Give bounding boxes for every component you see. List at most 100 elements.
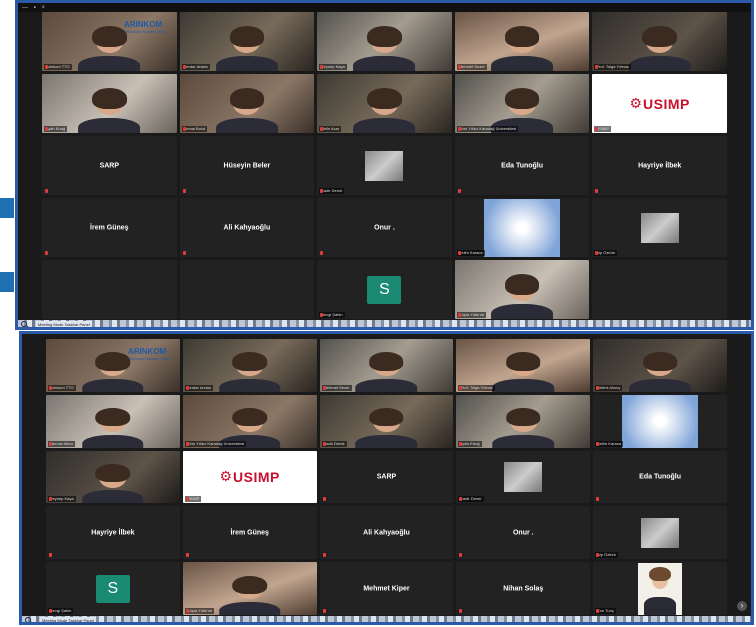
- participant-tile[interactable]: Ebru Yıldız Karadağ Üniversitesi: [182, 394, 317, 448]
- participant-tile[interactable]: Nermin Altun: [46, 394, 180, 448]
- mic-muted-icon: [596, 385, 600, 390]
- participant-tile[interactable]: Eda Tunoğlu: [454, 136, 590, 195]
- participant-tile[interactable]: İrem Güneş: [182, 506, 317, 560]
- participant-grid: ARINKOM Teknoloji Transfer Ofisi Arinkom T…: [46, 339, 727, 615]
- participant-tile[interactable]: Ali Kahyaoğlu: [319, 506, 454, 560]
- participant-name-label: Ebru Yıldız Karadağ Üniversitesi: [184, 440, 247, 447]
- participant-name-label: Ebru Yıldız Karadağ Üniversitesi: [456, 126, 519, 132]
- participant-tile[interactable]: ⚙ USIMP USIMP: [592, 74, 727, 133]
- participant-video: [218, 575, 281, 615]
- participant-tile[interactable]: Onur .: [456, 506, 591, 560]
- participant-tile[interactable]: Serdar Arslan: [182, 339, 317, 392]
- participant-thumbnail: [365, 150, 404, 181]
- mic-muted-icon: [457, 313, 461, 317]
- participant-video: [355, 352, 418, 392]
- participant-tile[interactable]: Kadir Demir: [319, 394, 454, 448]
- search-icon[interactable]: [21, 321, 29, 327]
- brand-logo-text: ARINKOM: [124, 20, 163, 29]
- participant-tile[interactable]: Ali Kahyaoğlu: [179, 198, 315, 257]
- participant-tile[interactable]: Mehmet Sezer: [319, 339, 454, 392]
- window-titlebar: — ▪ ×: [18, 3, 751, 12]
- participant-tile[interactable]: ⚙ USIMP USIMP: [182, 450, 317, 504]
- participant-video: [628, 26, 691, 71]
- participant-tile[interactable]: S Sevgi Şahin: [317, 260, 452, 319]
- participant-tile[interactable]: SARP: [42, 136, 177, 195]
- participant-video: [492, 408, 555, 448]
- participant-tile[interactable]: Alp Öztürk: [592, 198, 727, 257]
- participant-tile[interactable]: Hayriye İlbek: [592, 136, 727, 195]
- participant-tile[interactable]: S Sevgi Şahin: [46, 562, 180, 615]
- participant-tile[interactable]: Onur .: [317, 198, 452, 257]
- mic-muted-icon: [320, 313, 324, 317]
- meeting-window-2: ARINKOM Teknoloji Transfer Ofisi Arinkom T…: [19, 331, 754, 625]
- participant-tile[interactable]: Kemal Bulut: [179, 74, 315, 133]
- participant-tile[interactable]: Mehmet Kiper: [319, 562, 454, 615]
- taskbar: Meeting Mode Taskbar Panel: [18, 320, 751, 327]
- mic-muted-icon: [182, 189, 186, 193]
- participant-name-display: İrem Güneş: [230, 529, 269, 537]
- participant-tile[interactable]: Zeynep Kaya: [46, 450, 180, 504]
- mic-muted-icon: [49, 441, 52, 446]
- participant-tile[interactable]: Hayriye İlbek: [46, 506, 180, 560]
- participant-tile[interactable]: Hüseyin Beler: [179, 136, 315, 195]
- participant-name-display: Hüseyin Beler: [223, 162, 271, 169]
- mic-muted-icon: [49, 385, 52, 390]
- participant-tile[interactable]: Serdar Arslan: [179, 12, 315, 71]
- mic-muted-icon: [320, 189, 324, 193]
- participant-tile[interactable]: Kadir Demir: [456, 450, 591, 504]
- search-icon[interactable]: [25, 617, 33, 622]
- participant-name-label: Bülent Aksoy: [595, 384, 623, 391]
- participant-name-label: Mehmet Sezer: [456, 64, 487, 70]
- usimp-logo: USIMP: [643, 95, 690, 112]
- participant-tile[interactable]: Aylin Ertuğ: [456, 394, 591, 448]
- participant-tile[interactable]: Selim Karaca: [454, 198, 590, 257]
- participant-tile[interactable]: Eda Tunoğlu: [593, 450, 727, 504]
- accent-bar: [0, 272, 14, 292]
- participant-name-label: Zeynep Kaya: [48, 496, 76, 503]
- mic-muted-icon: [182, 251, 186, 255]
- participant-name-label: Arinkom TTO: [48, 384, 76, 391]
- participant-tile[interactable]: Ece Tunç: [593, 562, 727, 615]
- participant-tile[interactable]: Prof. Tolga Yılmaz: [592, 12, 727, 71]
- participant-tile[interactable]: Bülent Aksoy: [593, 339, 727, 392]
- participant-name-display: İrem Güneş: [90, 224, 129, 231]
- accent-bar: [0, 198, 14, 218]
- mic-muted-icon: [459, 441, 463, 446]
- participant-video: [218, 352, 281, 392]
- empty-tile: [592, 260, 727, 319]
- participant-tile[interactable]: Nihan Solaş: [456, 562, 591, 615]
- participant-tile[interactable]: ARINKOM Teknoloji Transfer Ofisi Arinkom T…: [42, 12, 177, 71]
- participant-name-label: Serdar Arslan: [184, 384, 214, 391]
- mic-muted-icon: [322, 608, 326, 613]
- participant-tile[interactable]: Ebru Yıldız Karadağ Üniversitesi: [454, 74, 590, 133]
- participant-thumbnail: [640, 212, 679, 243]
- participant-tile[interactable]: Alp Öztürk: [593, 506, 727, 560]
- participant-tile[interactable]: Prof. Tolga Yılmaz: [456, 339, 591, 392]
- participant-tile[interactable]: Selin Acar: [317, 74, 452, 133]
- participant-tile[interactable]: Büşra Yıldırım: [454, 260, 590, 319]
- participant-tile[interactable]: Kadir Demir: [317, 136, 452, 195]
- empty-tile: [179, 260, 315, 319]
- participant-name-display: Hayriye İlbek: [638, 162, 682, 169]
- participant-tile[interactable]: Zeynep Kaya: [317, 12, 452, 71]
- mic-muted-icon: [596, 608, 600, 613]
- participant-tile[interactable]: İrem Güneş: [42, 198, 177, 257]
- participant-name-display: Ali Kahyaoğlu: [223, 224, 271, 231]
- participant-tile[interactable]: Mehmet Sezer: [454, 12, 590, 71]
- mic-muted-icon: [49, 608, 52, 613]
- participant-name-label: Büşra Yıldırım: [184, 607, 215, 614]
- participant-tile[interactable]: SARP: [319, 450, 454, 504]
- mic-muted-icon: [182, 65, 186, 69]
- participant-video: [82, 408, 144, 448]
- participant-name-display: Nihan Solaş: [503, 585, 544, 593]
- mic-muted-icon: [459, 608, 463, 613]
- mic-muted-icon: [45, 189, 48, 193]
- mic-muted-icon: [596, 497, 600, 502]
- participant-name-label: Prof. Tolga Yılmaz: [594, 64, 631, 70]
- mic-muted-icon: [322, 441, 326, 446]
- participant-tile[interactable]: Büşra Yıldırım: [182, 562, 317, 615]
- participant-tile[interactable]: ARINKOM Teknoloji Transfer Ofisi Arinkom T…: [46, 339, 180, 392]
- participant-tile[interactable]: Selim Karaca: [593, 394, 727, 448]
- next-page-arrow[interactable]: ›: [737, 601, 747, 611]
- participant-tile[interactable]: Aylin Ertuğ: [42, 74, 177, 133]
